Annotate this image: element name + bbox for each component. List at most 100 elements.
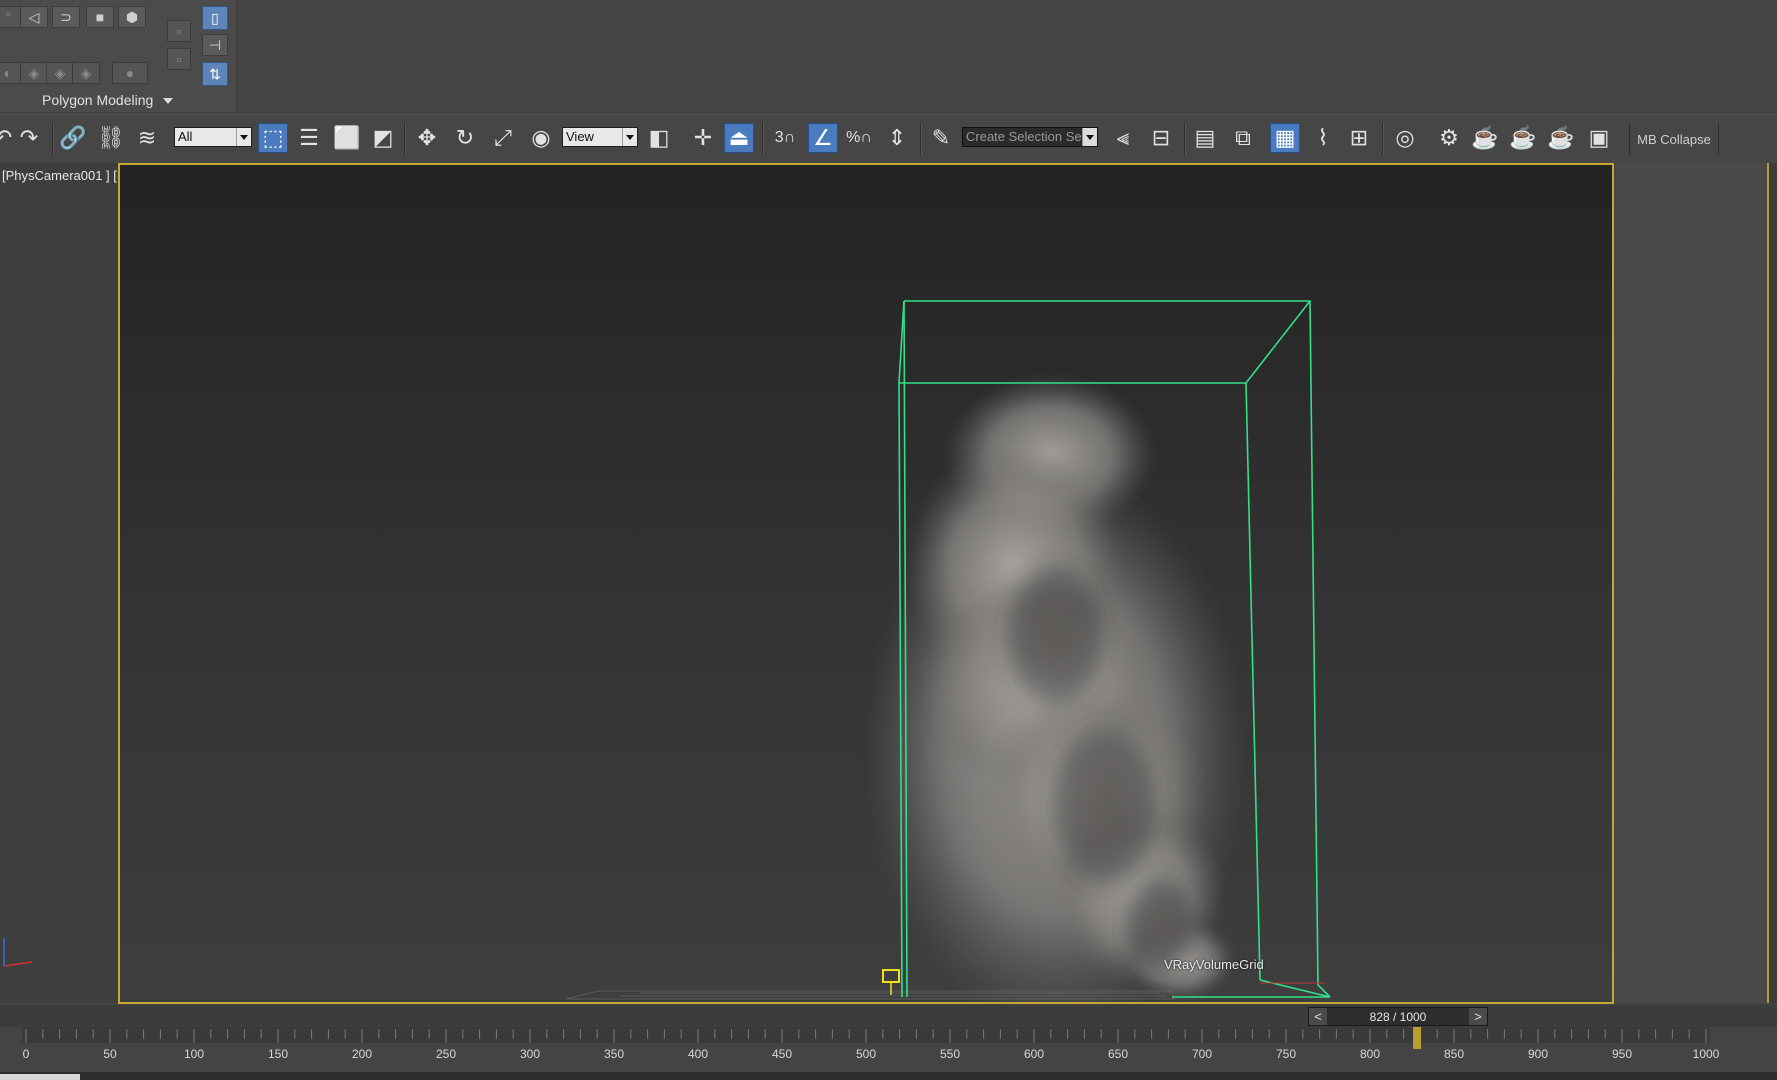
timeline-tick-label: 900 xyxy=(1528,1047,1548,1061)
main-toolbar: ↶ ↷ 🔗 ⛓ ≋ All ⬚ ☰ ⬜ ◩ ✥ ↻ ⤢ ◉ View ◧ ✛ ⏏… xyxy=(0,114,1777,164)
percent-label: % xyxy=(846,129,861,146)
border-icon[interactable]: ⊃ xyxy=(52,6,80,28)
render-setup-icon[interactable]: ⚙ xyxy=(1434,123,1464,153)
rectangular-selection-icon[interactable]: ⬜ xyxy=(332,123,362,153)
select-object-icon[interactable]: ⬚ xyxy=(258,123,288,153)
chevron-down-icon[interactable] xyxy=(163,98,173,104)
spinner-snap-icon[interactable]: ⇕ xyxy=(882,123,912,153)
ring-icon[interactable]: ◈ xyxy=(72,62,100,84)
modify-mode-icon[interactable]: ▯ xyxy=(202,6,228,30)
smoke-plume xyxy=(865,375,1245,1002)
mini-listener-tab[interactable] xyxy=(0,1074,80,1080)
curve-editor-icon[interactable]: ⌇ xyxy=(1308,123,1338,153)
schematic-view-icon[interactable]: ⊞ xyxy=(1344,123,1374,153)
toolbar-divider xyxy=(1184,123,1186,155)
timeline-tick-label: 350 xyxy=(604,1047,624,1061)
status-strip xyxy=(0,1072,1777,1080)
timeline-tick-label: 200 xyxy=(352,1047,372,1061)
pin-icon[interactable]: ⊣ xyxy=(202,34,228,56)
timeline-tick-label: 550 xyxy=(940,1047,960,1061)
toolbar-divider xyxy=(762,123,764,155)
percent-snap-icon[interactable]: % ∩ xyxy=(844,123,874,153)
placement-icon[interactable]: ◉ xyxy=(526,123,556,153)
toolbar-divider xyxy=(404,123,406,155)
timeline-tick-label: 300 xyxy=(520,1047,540,1061)
show-end-result-icon[interactable]: ⇅ xyxy=(202,62,228,86)
next-frame-button[interactable]: > xyxy=(1469,1008,1487,1025)
snaps-toggle-icon[interactable]: 3 ∩ xyxy=(770,123,800,153)
move-icon[interactable]: ✥ xyxy=(412,123,442,153)
timeline-tick-label: 600 xyxy=(1024,1047,1044,1061)
unlink-icon[interactable]: ⛓ xyxy=(96,123,126,153)
timeline-tick-label: 100 xyxy=(184,1047,204,1061)
attach-icon[interactable]: ▫ xyxy=(167,20,191,42)
rotate-icon[interactable]: ↻ xyxy=(450,123,480,153)
reference-coord-value: View xyxy=(566,129,594,144)
soft-selection-icon[interactable]: ◐ xyxy=(0,62,22,84)
right-panel xyxy=(1615,163,1767,1003)
time-slider[interactable]: < 828 / 1000 > xyxy=(1308,1007,1488,1026)
chevron-down-icon xyxy=(236,128,251,146)
timeline-tick-label: 500 xyxy=(856,1047,876,1061)
chevron-down-icon xyxy=(622,128,637,146)
loop-icon[interactable]: ● xyxy=(112,62,148,84)
align-icon[interactable]: ⊟ xyxy=(1146,123,1176,153)
shrink-icon[interactable]: ◈ xyxy=(20,62,48,84)
scale-icon[interactable]: ⤢ xyxy=(488,123,518,153)
material-editor-icon[interactable]: ◎ xyxy=(1390,123,1420,153)
timeline-ruler: 0 50 100 150 200 250 300 350 400 450 500 550 600 650 7… xyxy=(22,1027,1720,1061)
selection-filter-value: All xyxy=(178,129,193,144)
scene-explorer-icon[interactable]: ▤ xyxy=(1190,123,1220,153)
element-icon[interactable]: ⬢ xyxy=(118,6,146,28)
pivot-center-icon[interactable]: ◧ xyxy=(644,123,674,153)
timeline-tick-label: 250 xyxy=(436,1047,456,1061)
angle-snap-icon[interactable]: ∠ xyxy=(808,123,838,153)
select-manipulate-icon[interactable]: ✛ xyxy=(688,123,718,153)
edit-named-selection-icon[interactable]: ✎ xyxy=(926,123,956,153)
mirror-icon[interactable]: ⫷ xyxy=(1108,123,1138,153)
window-crossing-icon[interactable]: ◩ xyxy=(368,123,398,153)
link-icon[interactable]: 🔗 xyxy=(58,123,88,153)
redo-icon[interactable]: ↷ xyxy=(14,123,44,153)
timeline-tick-label: 150 xyxy=(268,1047,288,1061)
polygon-icon[interactable]: ■ xyxy=(86,6,114,28)
render-production-icon[interactable]: ☕ xyxy=(1508,123,1538,153)
vray-frame-buffer-icon[interactable]: ▣ xyxy=(1584,123,1614,153)
toggle-ribbon-icon[interactable]: ▦ xyxy=(1270,123,1300,153)
detach-icon[interactable]: ▫ xyxy=(167,48,191,70)
prev-frame-button[interactable]: < xyxy=(1309,1008,1327,1025)
perspective-viewport[interactable] xyxy=(118,163,1614,1004)
grow-icon[interactable]: ◈ xyxy=(46,62,74,84)
edge-icon[interactable]: ◁ xyxy=(20,6,48,28)
toolbar-divider xyxy=(920,123,922,155)
timeline-tick-label: 700 xyxy=(1192,1047,1212,1061)
viewport-canvas xyxy=(565,300,1331,1002)
timeline-track[interactable]: 0 50 100 150 200 250 300 350 400 450 500 550 600 650 7… xyxy=(0,1027,1777,1072)
command-panel-edge[interactable] xyxy=(1767,163,1777,1003)
mb-collapse-button[interactable]: MB Collapse xyxy=(1629,123,1719,155)
time-bar xyxy=(0,1005,1777,1027)
layer-explorer-icon[interactable]: ⧉ xyxy=(1228,123,1258,153)
render-iterative-icon[interactable]: ☕ xyxy=(1546,123,1576,153)
keyboard-shortcut-override-icon[interactable]: ⏏ xyxy=(724,123,754,153)
named-selection-dropdown[interactable]: Create Selection Se xyxy=(962,127,1098,147)
timeline-tick-label: 800 xyxy=(1360,1047,1380,1061)
toolbar-divider xyxy=(52,123,54,155)
vertex-icon[interactable]: ° xyxy=(0,6,22,28)
snap-label: 3 xyxy=(774,129,784,146)
timeline-tick-label: 650 xyxy=(1108,1047,1128,1061)
timeline-tick-label: 1000 xyxy=(1693,1047,1720,1061)
selection-filter-dropdown[interactable]: All xyxy=(174,127,252,147)
axis-tripod-icon xyxy=(3,938,33,967)
bind-space-warp-icon[interactable]: ≋ xyxy=(132,123,162,153)
timeline-tick-label: 400 xyxy=(688,1047,708,1061)
select-by-name-icon[interactable]: ☰ xyxy=(294,123,324,153)
object-label[interactable]: VRayVolumeGrid xyxy=(1164,957,1264,972)
ribbon-panel: ° ◁ ⊃ ■ ⬢ ▫ ▯ ⊣ ▫ ⇅ ◐ ◈ ◈ ◈ ● Polygon Mo… xyxy=(0,0,237,112)
ribbon-label[interactable]: Polygon Modeling xyxy=(42,92,153,108)
timeline-tick-label: 850 xyxy=(1444,1047,1464,1061)
rendered-frame-window-icon[interactable]: ☕ xyxy=(1470,123,1500,153)
frame-readout: 828 / 1000 xyxy=(1369,1009,1427,1024)
reference-coord-dropdown[interactable]: View xyxy=(562,127,638,147)
toolbar-divider xyxy=(1382,123,1384,155)
